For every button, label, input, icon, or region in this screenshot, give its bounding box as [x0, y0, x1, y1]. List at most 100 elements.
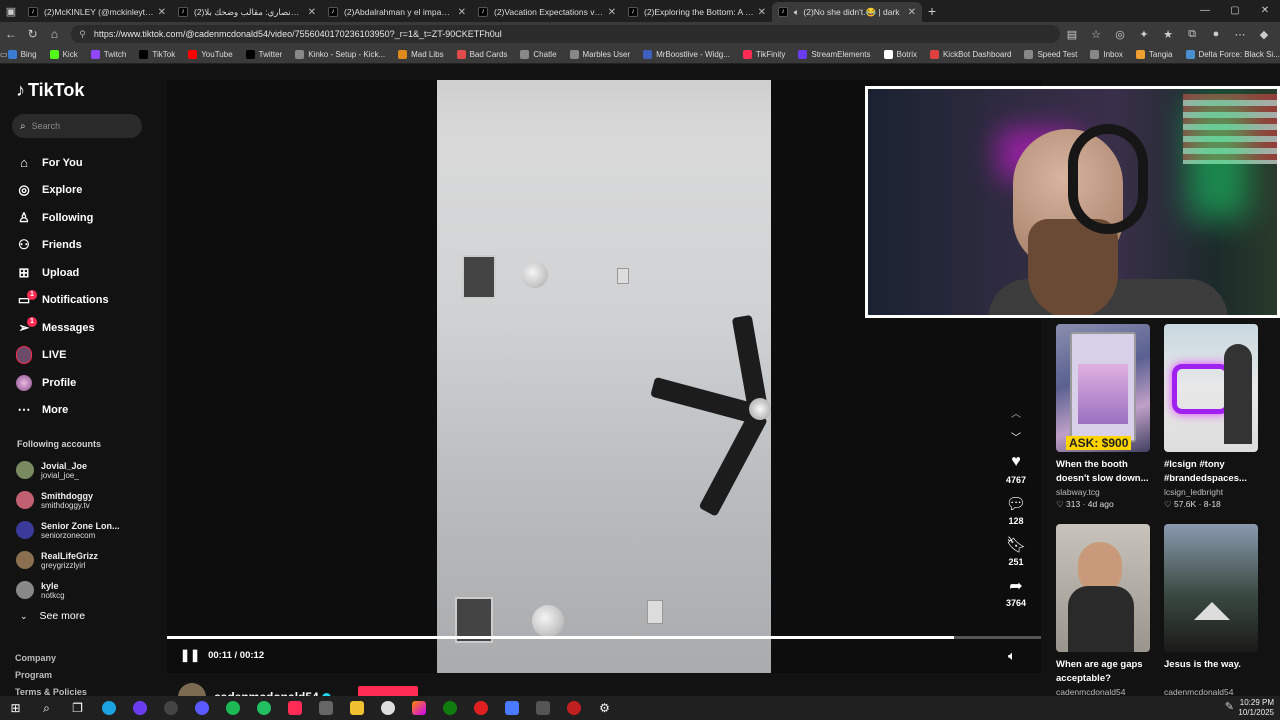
- extensions-icon[interactable]: ✦: [1132, 28, 1156, 41]
- nav-item-following[interactable]: ♙ Following: [16, 204, 109, 232]
- app-icon[interactable]: [372, 696, 403, 720]
- bookmark-item[interactable]: Kinko - Setup - Kick...: [295, 50, 385, 59]
- nav-item-friends[interactable]: ⚇ Friends: [16, 232, 109, 260]
- xbox-icon[interactable]: [434, 696, 465, 720]
- nav-item-explore[interactable]: ◎ Explore: [16, 177, 109, 205]
- reading-mode-icon[interactable]: ▤: [1060, 28, 1084, 41]
- browser-tab[interactable]: ♪ (2)Vacation Expectations vs. Reality ✕: [472, 2, 622, 22]
- app-icon[interactable]: [527, 696, 558, 720]
- bookmark-item[interactable]: StreamElements: [798, 50, 871, 59]
- copilot-icon[interactable]: ◆: [1252, 28, 1276, 41]
- heart-button[interactable]: ♥ 4767: [996, 453, 1036, 494]
- share-button[interactable]: ➦ 3764: [996, 576, 1036, 617]
- back-icon[interactable]: ←: [0, 27, 22, 41]
- heart-icon[interactable]: ♥: [1011, 453, 1021, 475]
- search-icon[interactable]: ⌕: [31, 696, 62, 720]
- menu-icon[interactable]: ⋯: [1228, 28, 1252, 41]
- nav-item-more[interactable]: ⋯ More: [16, 397, 109, 425]
- following-account[interactable]: Jovial_Joe jovial_joe_: [16, 455, 121, 485]
- following-account[interactable]: kyle notkcg: [16, 575, 121, 605]
- bookmark-item[interactable]: TikTok: [139, 50, 175, 59]
- favorites-icon[interactable]: ★: [1156, 28, 1180, 41]
- clock[interactable]: 10:29 PM 10/1/2025: [1238, 698, 1274, 718]
- nav-item-profile[interactable]: Profile: [16, 369, 109, 397]
- collections-icon[interactable]: ⧉: [1180, 28, 1204, 41]
- following-account[interactable]: Smithdoggy smithdoggy.tv: [16, 485, 121, 515]
- bookmark-item[interactable]: Marbles User: [569, 50, 630, 59]
- previous-video-icon[interactable]: ︿: [996, 405, 1036, 429]
- nav-item-upload[interactable]: ⊞ Upload: [16, 259, 109, 287]
- bookmark-item[interactable]: Chatle: [520, 50, 557, 59]
- bookmark-item[interactable]: Kick: [49, 50, 78, 59]
- comment-icon[interactable]: 💬︎: [1006, 494, 1026, 516]
- avatar[interactable]: [16, 521, 34, 539]
- browser-tab[interactable]: ♪ 🔈︎ (2)No she didn't.😂 | dark ✕: [772, 2, 922, 22]
- footer-link[interactable]: Company: [15, 650, 87, 667]
- bookmark-item[interactable]: TikFinity: [742, 50, 785, 59]
- tab-close-icon[interactable]: ✕: [608, 7, 616, 18]
- recommended-card[interactable]: #lcsign #tony #brandedspaces... lcsign_l…: [1164, 324, 1258, 510]
- nav-item-live[interactable]: LIVE: [16, 342, 109, 370]
- home-icon[interactable]: ⌂: [44, 27, 66, 41]
- nav-item-messages[interactable]: ➢ 1 Messages: [16, 314, 109, 342]
- spotify-icon[interactable]: [217, 696, 248, 720]
- file-explorer-icon[interactable]: [341, 696, 372, 720]
- card-title[interactable]: When are age gaps acceptable?: [1056, 658, 1150, 686]
- app-icon[interactable]: [155, 696, 186, 720]
- volume-icon[interactable]: 🔈︎: [1008, 648, 1016, 664]
- refresh-extension-icon[interactable]: ◎: [1108, 28, 1132, 41]
- bookmark-item[interactable]: Bing: [7, 50, 37, 59]
- bookmark-item[interactable]: KickBot Dashboard: [929, 50, 1011, 59]
- task-view-icon[interactable]: ❐: [62, 696, 93, 720]
- browser-tab[interactable]: ♪ (2)McKINLEY (@mckinleytv) | TikTok ✕: [22, 2, 172, 22]
- minimize-icon[interactable]: —: [1190, 0, 1220, 22]
- following-account[interactable]: RealLifeGrizz greygrizzlyirl: [16, 545, 121, 575]
- bookmark-icon[interactable]: 🔖︎: [1006, 535, 1026, 557]
- edge-icon[interactable]: [93, 696, 124, 720]
- close-window-icon[interactable]: ✕: [1250, 0, 1280, 22]
- tab-close-icon[interactable]: ✕: [158, 7, 166, 18]
- site-info-icon[interactable]: ⚲: [79, 29, 86, 40]
- bookmark-item[interactable]: Inbox: [1090, 50, 1123, 59]
- video-thumbnail[interactable]: [1164, 524, 1258, 652]
- video-player[interactable]: [437, 80, 771, 673]
- app-icon[interactable]: [496, 696, 527, 720]
- bookmark-item[interactable]: Twitch: [90, 50, 126, 59]
- settings-icon[interactable]: ⚙: [589, 696, 620, 720]
- video-thumbnail[interactable]: [1164, 324, 1258, 452]
- nav-item-for-you[interactable]: ⌂ For You: [16, 149, 109, 177]
- recommended-card[interactable]: ASK: $900 When the booth doesn't slow do…: [1056, 324, 1150, 510]
- bookmark-item[interactable]: Tangia: [1135, 50, 1173, 59]
- obs-icon[interactable]: [124, 696, 155, 720]
- card-author[interactable]: slabway.tcg: [1056, 487, 1150, 497]
- video-thumbnail[interactable]: ASK: $900: [1056, 324, 1150, 452]
- maximize-icon[interactable]: ▢: [1220, 0, 1250, 22]
- favorite-star-icon[interactable]: ☆: [1084, 28, 1108, 41]
- app-icon[interactable]: [248, 696, 279, 720]
- tab-actions-icon[interactable]: ▣: [0, 0, 22, 22]
- see-more-button[interactable]: ⌄ See more: [20, 610, 85, 622]
- bookmark-item[interactable]: Botrix: [883, 50, 917, 59]
- app-icon[interactable]: [310, 696, 341, 720]
- share-icon[interactable]: ➦: [1009, 576, 1022, 598]
- tikfinity-icon[interactable]: [279, 696, 310, 720]
- system-tray-icon[interactable]: ✎: [1225, 700, 1234, 713]
- app-icon[interactable]: [403, 696, 434, 720]
- app-icon[interactable]: [558, 696, 589, 720]
- video-progress-bar[interactable]: [167, 636, 1041, 639]
- bookmark-item[interactable]: Speed Test: [1024, 50, 1077, 59]
- bookmark-item[interactable]: Bad Cards: [456, 50, 507, 59]
- bookmarks-folder-icon[interactable]: ▭: [0, 50, 8, 59]
- browser-tab[interactable]: ♪ (2)Abdalrahman y el impacto del ✕: [322, 2, 472, 22]
- address-bar[interactable]: ⚲ https://www.tiktok.com/@cadenmcdonald5…: [71, 25, 1060, 43]
- browser-tab[interactable]: ♪ (2)Exploring the Bottom: A Hilarious ✕: [622, 2, 772, 22]
- card-title[interactable]: When the booth doesn't slow down...: [1056, 458, 1150, 486]
- nav-item-notifications[interactable]: ▭ 1 Notifications: [16, 287, 109, 315]
- start-icon[interactable]: ⊞: [0, 696, 31, 720]
- bookmark-item[interactable]: MrBoostlive - Widg...: [643, 50, 730, 59]
- bookmark-item[interactable]: Mad Libs: [398, 50, 444, 59]
- tab-close-icon[interactable]: ✕: [458, 7, 466, 18]
- pause-icon[interactable]: ❚❚: [180, 648, 200, 662]
- new-tab-button[interactable]: +: [922, 3, 942, 19]
- app-icon[interactable]: [186, 696, 217, 720]
